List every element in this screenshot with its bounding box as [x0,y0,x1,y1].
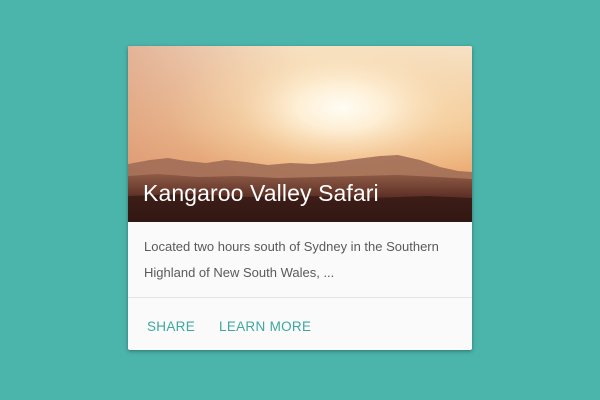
card-supporting-text: Located two hours south of Sydney in the… [144,239,439,280]
card-divider [128,297,472,298]
share-button[interactable]: SHARE [138,315,204,338]
card-title: Kangaroo Valley Safari [143,180,379,206]
learn-more-button[interactable]: LEARN MORE [210,315,320,338]
card-actions: SHARE LEARN MORE [138,312,326,340]
card-media: Kangaroo Valley Safari [128,46,472,222]
safari-card: Kangaroo Valley Safari Located two hours… [128,46,472,350]
